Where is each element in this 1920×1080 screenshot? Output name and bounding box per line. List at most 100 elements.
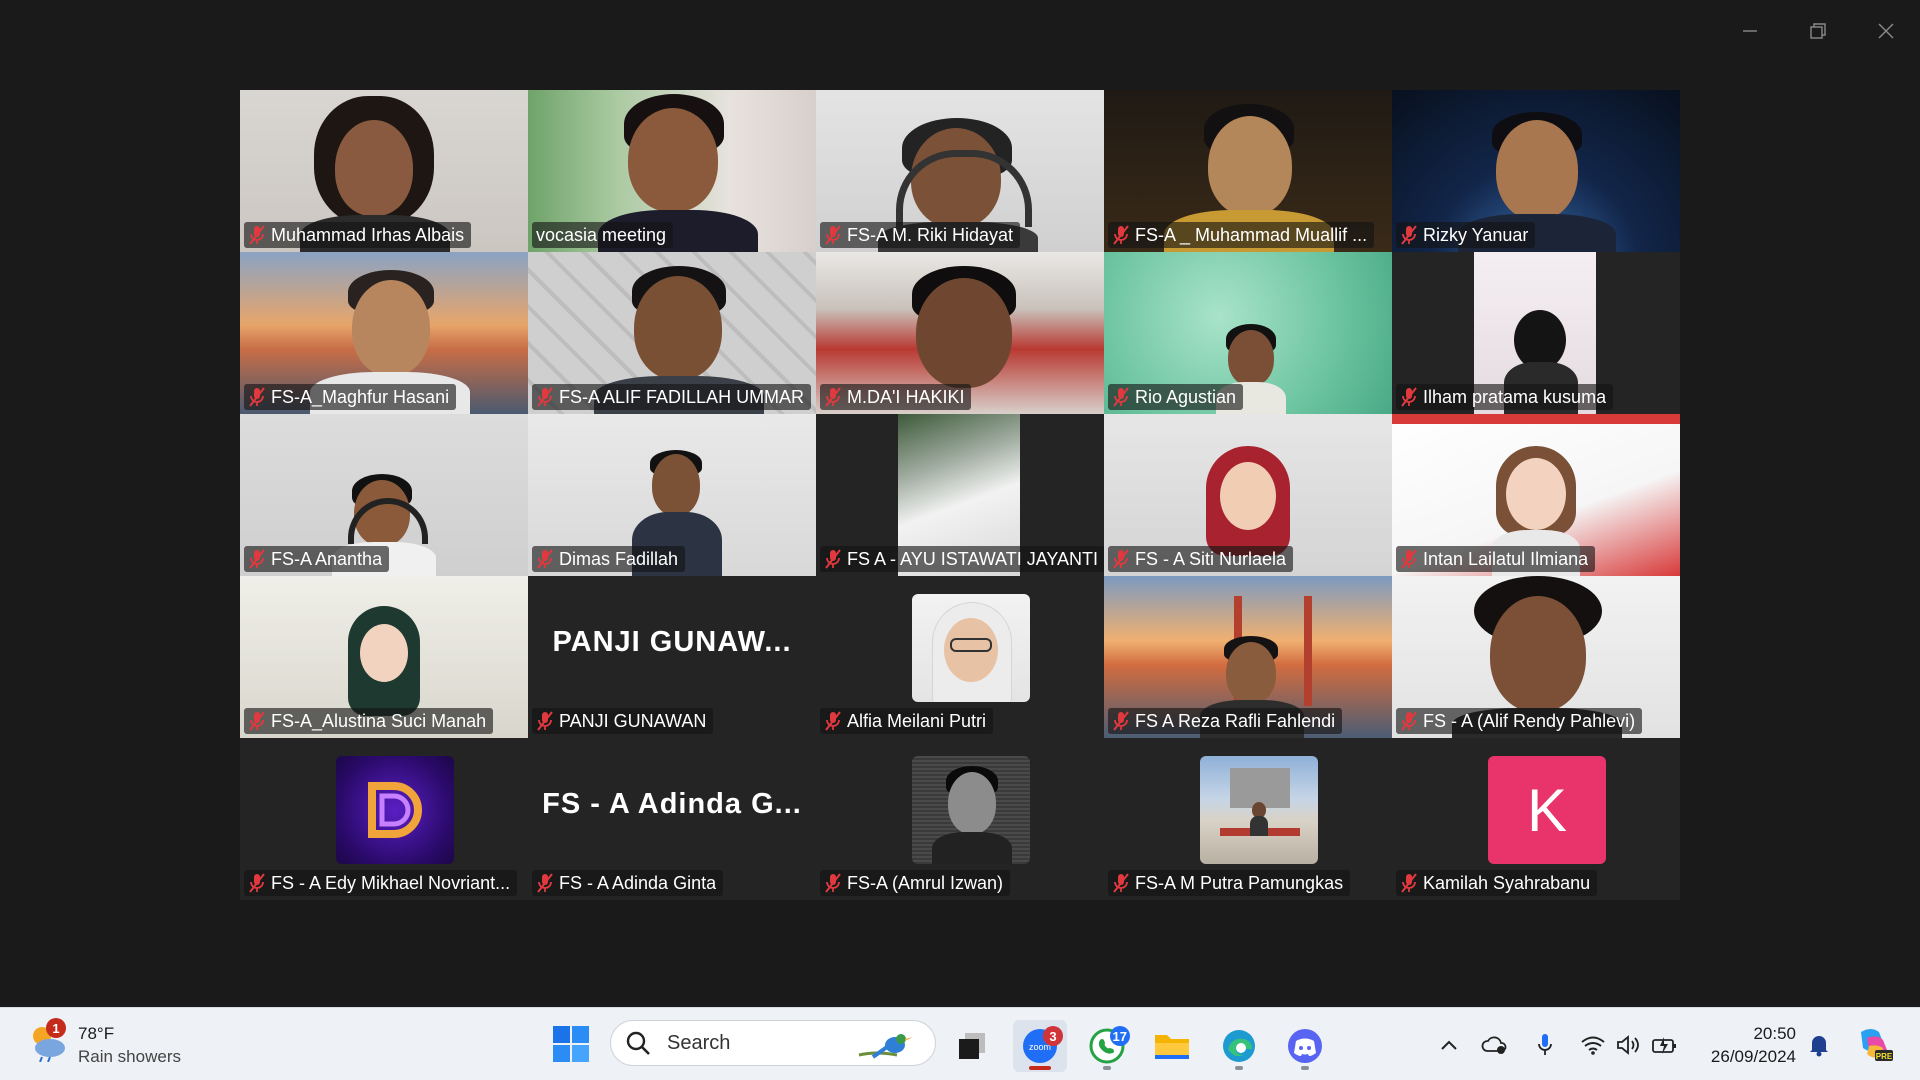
taskbar-zoom[interactable]: zoom 3 xyxy=(1013,1020,1067,1072)
wifi-tray[interactable] xyxy=(1578,1032,1608,1058)
participant-avatar xyxy=(912,756,1030,864)
rain-cloud-icon: 1 xyxy=(28,1018,68,1063)
participant-name: FS-A _ Muhammad Muallif ... xyxy=(1135,224,1368,245)
chevron-up-icon xyxy=(1441,1040,1457,1050)
participant-name-label: FS A - AYU ISTAWATI JAYANTI xyxy=(820,546,1104,572)
participant-tile-video-off[interactable]: PANJI GUNAW... PANJI GUNAWAN xyxy=(528,576,816,738)
participant-name-label: Intan Lailatul Ilmiana xyxy=(1396,546,1596,572)
participant-tile[interactable]: Ilham pratama kusuma xyxy=(1392,252,1680,414)
participant-tile-video-off[interactable]: FS - A Adinda G... FS - A Adinda Ginta xyxy=(528,738,816,900)
speaker-icon xyxy=(1617,1035,1639,1055)
participant-name-label: FS - A Edy Mikhael Novriant... xyxy=(244,870,518,896)
folder-icon xyxy=(1155,1035,1189,1059)
minimize-button[interactable] xyxy=(1716,0,1784,62)
onedrive-tray[interactable] xyxy=(1480,1032,1510,1058)
weather-widget[interactable]: 1 78°F Rain showers xyxy=(28,1018,181,1068)
participant-name: Alfia Meilani Putri xyxy=(847,710,987,731)
participant-name: FS-A (Amrul Izwan) xyxy=(847,872,1004,893)
participant-name: Intan Lailatul Ilmiana xyxy=(1423,548,1589,569)
mic-off-icon xyxy=(1401,387,1417,407)
participant-tile-video-off[interactable]: FS-A M Putra Pamungkas xyxy=(1104,738,1392,900)
participant-tile-video-off[interactable]: FS-A (Amrul Izwan) xyxy=(816,738,1104,900)
participant-tile[interactable]: FS-A M. Riki Hidayat xyxy=(816,90,1104,252)
mic-off-icon xyxy=(249,387,265,407)
volume-tray[interactable] xyxy=(1614,1032,1644,1058)
show-hidden-icons-button[interactable] xyxy=(1434,1032,1464,1058)
system-clock[interactable]: 20:50 26/09/2024 xyxy=(1711,1022,1796,1068)
mic-off-icon xyxy=(537,387,553,407)
participant-avatar xyxy=(1200,756,1318,864)
windows-taskbar: 1 78°F Rain showers Search zoom 3 17 20:… xyxy=(0,1007,1920,1080)
mic-off-icon xyxy=(825,873,841,893)
cloud-sync-icon xyxy=(1481,1036,1507,1054)
participant-tile[interactable]: FS-A Anantha xyxy=(240,414,528,576)
mic-off-icon xyxy=(1401,873,1417,893)
participant-name: FS-A_Alustina Suci Manah xyxy=(271,710,487,731)
participant-name: M.DA'I HAKIKI xyxy=(847,386,965,407)
participant-tile[interactable]: FS-A_Alustina Suci Manah xyxy=(240,576,528,738)
notifications-button[interactable] xyxy=(1804,1032,1834,1058)
taskbar-whatsapp[interactable]: 17 xyxy=(1080,1020,1134,1072)
participant-tile[interactable]: Rio Agustian xyxy=(1104,252,1392,414)
participant-tile[interactable]: FS-A _ Muhammad Muallif ... xyxy=(1104,90,1392,252)
participant-tile[interactable]: FS - A (Alif Rendy Pahlevi) xyxy=(1392,576,1680,738)
notification-badge: 1 xyxy=(46,1018,66,1038)
participant-name: FS - A Edy Mikhael Novriant... xyxy=(271,872,511,893)
microphone-tray[interactable] xyxy=(1530,1032,1560,1058)
clock-time: 20:50 xyxy=(1753,1024,1796,1043)
participant-tile[interactable]: Muhammad Irhas Albais xyxy=(240,90,528,252)
participant-display-name: PANJI GUNAW... xyxy=(552,626,792,658)
participant-tile-active-speaker[interactable]: vocasia meeting xyxy=(528,90,816,252)
taskbar-search[interactable] xyxy=(610,1020,936,1066)
participant-tile[interactable]: Intan Lailatul Ilmiana xyxy=(1392,414,1680,576)
participant-name-label: FS-A M. Riki Hidayat xyxy=(820,222,1021,248)
mic-off-icon xyxy=(537,873,553,893)
participant-name: FS - A (Alif Rendy Pahlevi) xyxy=(1423,710,1636,731)
mic-off-icon xyxy=(537,549,553,569)
mic-off-icon xyxy=(1113,387,1129,407)
taskbar-file-explorer[interactable] xyxy=(1145,1020,1199,1072)
participant-name-label: FS-A M Putra Pamungkas xyxy=(1108,870,1351,896)
battery-charging-icon xyxy=(1652,1037,1676,1054)
edge-browser-icon xyxy=(1223,1030,1255,1062)
copilot-button[interactable]: PRE xyxy=(1854,1026,1894,1062)
participant-tile[interactable]: FS-A_Maghfur Hasani xyxy=(240,252,528,414)
participant-tile-video-off[interactable]: FS - A Edy Mikhael Novriant... xyxy=(240,738,528,900)
participant-tile[interactable]: FS A Reza Rafli Fahlendi xyxy=(1104,576,1392,738)
participant-tile[interactable]: Dimas Fadillah xyxy=(528,414,816,576)
window-controls xyxy=(1716,0,1920,62)
taskbar-edge[interactable] xyxy=(1212,1020,1266,1072)
close-button[interactable] xyxy=(1852,0,1920,62)
participant-tile-video-off[interactable]: K Kamilah Syahrabanu xyxy=(1392,738,1680,900)
taskbar-task-view[interactable] xyxy=(945,1020,999,1072)
participant-name: Dimas Fadillah xyxy=(559,548,679,569)
participant-name: Rio Agustian xyxy=(1135,386,1237,407)
participant-tile[interactable]: Rizky Yanuar xyxy=(1392,90,1680,252)
restore-button[interactable] xyxy=(1784,0,1852,62)
participant-name: FS-A M. Riki Hidayat xyxy=(847,224,1014,245)
participant-name-label: FS-A_Alustina Suci Manah xyxy=(244,708,494,734)
battery-tray[interactable] xyxy=(1650,1032,1680,1058)
mic-off-icon xyxy=(1113,711,1129,731)
participant-tile[interactable]: M.DA'I HAKIKI xyxy=(816,252,1104,414)
search-highlight-bird-icon xyxy=(858,1034,913,1059)
participant-tile[interactable]: FS-A ALIF FADILLAH UMMAR xyxy=(528,252,816,414)
participant-tile-video-off[interactable]: Alfia Meilani Putri xyxy=(816,576,1104,738)
participant-name: FS - A Adinda Ginta xyxy=(559,872,717,893)
windows-logo-icon xyxy=(553,1026,589,1062)
participant-tile[interactable]: FS - A Siti Nurlaela xyxy=(1104,414,1392,576)
mic-off-icon xyxy=(825,225,841,245)
start-button[interactable] xyxy=(552,1025,590,1063)
participant-name-label: M.DA'I HAKIKI xyxy=(820,384,972,410)
mic-off-icon xyxy=(1401,711,1417,731)
participant-name-label: FS - A Siti Nurlaela xyxy=(1108,546,1294,572)
search-icon xyxy=(626,1031,650,1055)
svg-text:PRE: PRE xyxy=(1876,1052,1893,1061)
mic-off-icon xyxy=(1401,225,1417,245)
participant-name: Rizky Yanuar xyxy=(1423,224,1529,245)
search-input[interactable] xyxy=(665,1030,849,1056)
participant-name-label: FS-A _ Muhammad Muallif ... xyxy=(1108,222,1375,248)
participant-tile[interactable]: FS A - AYU ISTAWATI JAYANTI xyxy=(816,414,1104,576)
taskbar-discord[interactable] xyxy=(1278,1020,1332,1072)
participant-name-label: FS - A (Alif Rendy Pahlevi) xyxy=(1396,708,1643,734)
